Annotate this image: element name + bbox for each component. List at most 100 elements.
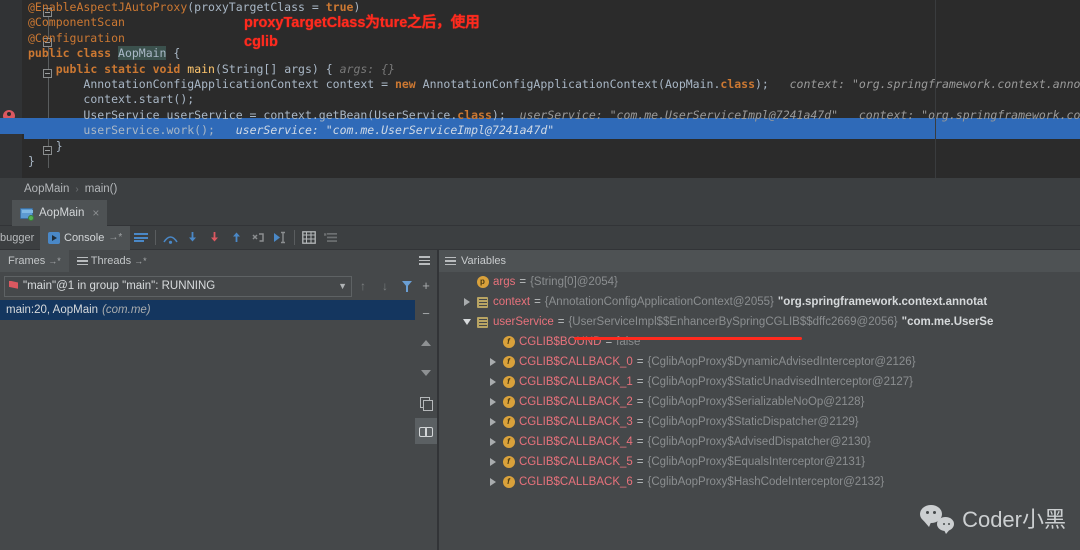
code-text[interactable]: @EnableAspectJAutoProxy(proxyTargetClass… [24, 0, 1080, 169]
variable-row[interactable]: f CGLIB$BOUND = false [461, 332, 1080, 352]
code-line[interactable]: public static void main(String[] args) {… [24, 62, 1080, 77]
code-line[interactable]: AnnotationConfigApplicationContext conte… [24, 77, 1080, 92]
code-token: userService: "com.me.UserServiceImpl@724… [214, 123, 555, 138]
remove-watch-button[interactable]: − [415, 298, 437, 328]
code-line[interactable]: UserService userService = context.getBea… [24, 108, 1080, 123]
step-over-icon[interactable] [159, 226, 181, 250]
frames-panel: Frames →* Threads →* "main"@1 in group "… [0, 250, 437, 550]
close-icon[interactable]: × [92, 206, 99, 220]
code-editor[interactable]: @EnableAspectJAutoProxy(proxyTargetClass… [0, 0, 1080, 178]
breadcrumb-class[interactable]: AopMain [24, 183, 69, 195]
chevron-right-icon[interactable] [487, 478, 498, 486]
chevron-down-icon[interactable] [461, 319, 472, 325]
variable-row[interactable]: f CGLIB$CALLBACK_3 = {CglibAopProxy$Stati… [461, 412, 1080, 432]
add-watch-button[interactable]: + [415, 272, 437, 298]
code-line[interactable]: public class AopMain { [24, 46, 1080, 61]
code-line[interactable]: @Configuration [24, 31, 1080, 46]
variables-panel-header: Variables [439, 250, 1080, 272]
thread-state-icon [9, 280, 18, 289]
drop-frame-icon[interactable] [247, 226, 269, 250]
variables-title: Variables [461, 255, 507, 267]
chevron-down-icon[interactable]: ▼ [338, 281, 347, 291]
force-step-into-icon[interactable] [203, 226, 225, 250]
code-line[interactable]: context.start(); [24, 92, 1080, 107]
variable-equals: = [636, 476, 644, 488]
variable-name: CGLIB$CALLBACK_3 [519, 416, 633, 428]
chevron-right-icon[interactable] [487, 378, 498, 386]
tab-console[interactable]: Console →* [40, 225, 131, 250]
variable-value: {CglibAopProxy$StaticUnadvisedIntercepto… [647, 376, 913, 388]
tab-threads[interactable]: Threads →* [69, 250, 155, 272]
variable-name: args [493, 276, 516, 288]
frames-side-toolbar[interactable]: + − [415, 272, 437, 550]
variable-name: CGLIB$CALLBACK_0 [519, 356, 633, 368]
mute-breakpoints-icon[interactable] [320, 226, 342, 250]
frames-options-icon[interactable] [419, 256, 431, 266]
variable-name: CGLIB$CALLBACK_2 [519, 396, 633, 408]
chevron-right-icon[interactable] [487, 418, 498, 426]
variable-row[interactable]: f CGLIB$CALLBACK_2 = {CglibAopProxy$Seria… [461, 392, 1080, 412]
code-token: AopMain [118, 46, 167, 61]
variable-row[interactable]: f CGLIB$CALLBACK_5 = {CglibAopProxy$Equal… [461, 452, 1080, 472]
variable-row[interactable]: f CGLIB$CALLBACK_0 = {CglibAopProxy$Dynam… [461, 352, 1080, 372]
code-line[interactable]: } [24, 154, 1080, 169]
variable-row[interactable]: p args = {String[0]@2054} [461, 272, 1080, 292]
variable-row[interactable]: context = {AnnotationConfigApplicationCo… [461, 292, 1080, 312]
breadcrumb[interactable]: AopMain › main() [0, 178, 1080, 200]
chevron-right-icon[interactable] [487, 358, 498, 366]
code-token: } [55, 138, 63, 153]
breadcrumb-method[interactable]: main() [85, 183, 118, 195]
chevron-right-icon[interactable] [461, 298, 472, 306]
tab-aopmain[interactable]: AopMain × [12, 200, 108, 226]
run-to-cursor-icon[interactable] [269, 226, 291, 250]
step-out-icon[interactable] [225, 226, 247, 250]
inline-watches-icon[interactable] [415, 418, 437, 444]
copy-icon[interactable] [415, 388, 437, 418]
variable-row[interactable]: f CGLIB$CALLBACK_1 = {CglibAopProxy$Stati… [461, 372, 1080, 392]
annotation-note: proxyTargetClass为ture之后，使用 cglib [244, 15, 480, 50]
frame-list-item[interactable]: main:20, AopMain (com.me) [0, 300, 437, 320]
variable-value: {CglibAopProxy$SerializableNoOp@2128} [647, 396, 865, 408]
move-up-button[interactable] [415, 328, 437, 358]
variable-row[interactable]: userService = {UserServiceImpl$$Enhancer… [461, 312, 1080, 332]
variable-row[interactable]: f CGLIB$CALLBACK_4 = {CglibAopProxy$Advis… [461, 432, 1080, 452]
code-line[interactable]: @ComponentScan [24, 15, 1080, 30]
lines-icon[interactable] [130, 226, 152, 250]
variable-value: {CglibAopProxy$DynamicAdvisedInterceptor… [647, 356, 916, 368]
variable-name: userService [493, 316, 554, 328]
thread-selector[interactable]: "main"@1 in group "main": RUNNING ▼ [4, 275, 352, 297]
frame-up-button[interactable]: ↑ [352, 272, 374, 300]
pin-icon[interactable]: →* [134, 256, 147, 266]
code-token: public class [28, 46, 119, 61]
variable-row[interactable]: f CGLIB$CALLBACK_6 = {CglibAopProxy$HashC… [461, 472, 1080, 492]
chevron-right-icon[interactable] [487, 438, 498, 446]
breadcrumb-separator-icon: › [75, 183, 79, 195]
pin-icon[interactable]: →* [48, 256, 61, 266]
tab-frames[interactable]: Frames →* [0, 250, 69, 272]
debugger-toolbar[interactable]: bugger Console →* [0, 225, 1080, 250]
code-line[interactable]: userService.work(); userService: "com.me… [24, 123, 1080, 139]
step-into-icon[interactable] [181, 226, 203, 250]
code-line[interactable]: @EnableAspectJAutoProxy(proxyTargetClass… [24, 0, 1080, 15]
variables-side-strip [439, 272, 461, 550]
debugger-tab-label[interactable]: bugger [0, 232, 40, 244]
variable-equals: = [636, 416, 644, 428]
variables-icon [445, 256, 456, 266]
evaluate-expression-icon[interactable] [298, 226, 320, 250]
variable-name: CGLIB$CALLBACK_5 [519, 456, 633, 468]
frame-down-button[interactable]: ↓ [374, 272, 396, 300]
pin-icon[interactable]: →* [108, 232, 122, 243]
console-label: Console [64, 231, 105, 244]
variable-equals: = [534, 296, 541, 308]
chevron-right-icon[interactable] [487, 458, 498, 466]
code-token: true [325, 0, 354, 14]
annotation-underline [574, 337, 802, 340]
variable-name: CGLIB$CALLBACK_6 [519, 476, 633, 488]
code-token: main [187, 61, 215, 76]
editor-gutter[interactable] [0, 0, 22, 178]
code-token: public static void [55, 61, 188, 76]
thread-selector-value: "main"@1 in group "main": RUNNING [23, 280, 216, 292]
code-line[interactable]: } [24, 139, 1080, 154]
move-down-button[interactable] [415, 358, 437, 388]
chevron-right-icon[interactable] [487, 398, 498, 406]
